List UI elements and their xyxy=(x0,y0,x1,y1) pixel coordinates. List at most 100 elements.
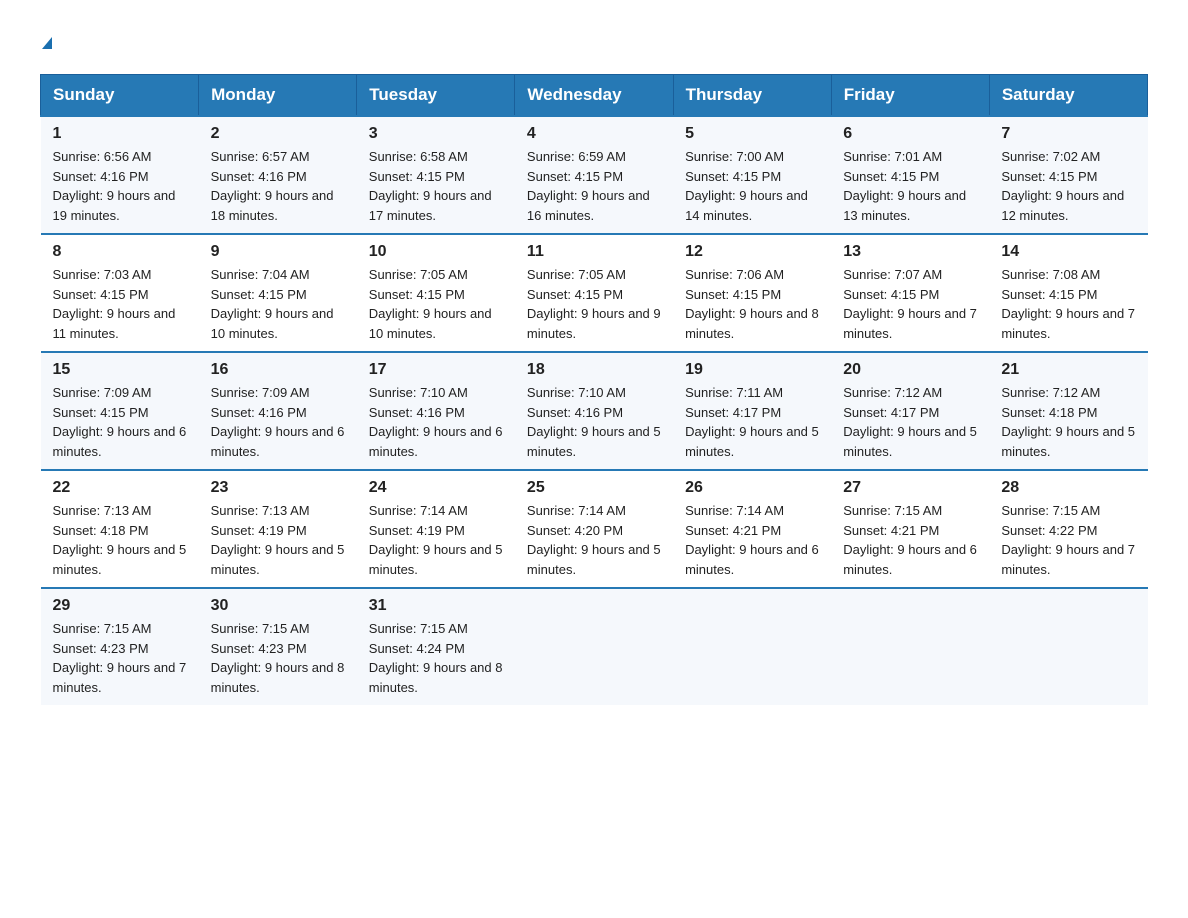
calendar-day-cell: 1 Sunrise: 6:56 AMSunset: 4:16 PMDaylight… xyxy=(41,116,199,234)
day-info: Sunrise: 7:08 AMSunset: 4:15 PMDaylight:… xyxy=(1001,265,1135,343)
calendar-day-cell: 9Sunrise: 7:04 AMSunset: 4:15 PMDaylight… xyxy=(199,234,357,352)
day-number: 27 xyxy=(843,479,977,497)
day-info: Sunrise: 7:10 AMSunset: 4:16 PMDaylight:… xyxy=(369,383,503,461)
calendar-day-header: Tuesday xyxy=(357,75,515,117)
calendar-day-cell: 24Sunrise: 7:14 AMSunset: 4:19 PMDayligh… xyxy=(357,470,515,588)
day-info: Sunrise: 7:13 AMSunset: 4:18 PMDaylight:… xyxy=(53,501,187,579)
day-number: 12 xyxy=(685,243,819,261)
day-info: Sunrise: 7:14 AMSunset: 4:21 PMDaylight:… xyxy=(685,501,819,579)
calendar-day-header: Friday xyxy=(831,75,989,117)
day-number: 5 xyxy=(685,125,819,143)
calendar-day-cell xyxy=(989,588,1147,705)
calendar-day-cell: 29 Sunrise: 7:15 AMSunset: 4:23 PMDayligh… xyxy=(41,588,199,705)
calendar-day-cell: 2 Sunrise: 6:57 AMSunset: 4:16 PMDaylight… xyxy=(199,116,357,234)
day-info: Sunrise: 7:09 AMSunset: 4:15 PMDaylight:… xyxy=(53,383,187,461)
calendar-week-row: 15 Sunrise: 7:09 AMSunset: 4:15 PMDayligh… xyxy=(41,352,1148,470)
day-number: 6 xyxy=(843,125,977,143)
calendar-day-cell: 14 Sunrise: 7:08 AMSunset: 4:15 PMDayligh… xyxy=(989,234,1147,352)
day-info: Sunrise: 6:57 AMSunset: 4:16 PMDaylight:… xyxy=(211,147,345,225)
day-number: 24 xyxy=(369,479,503,497)
day-info: Sunrise: 7:15 AMSunset: 4:22 PMDaylight:… xyxy=(1001,501,1135,579)
day-info: Sunrise: 7:04 AMSunset: 4:15 PMDaylight:… xyxy=(211,265,345,343)
day-number: 31 xyxy=(369,597,503,615)
calendar-day-cell: 15 Sunrise: 7:09 AMSunset: 4:15 PMDayligh… xyxy=(41,352,199,470)
calendar-day-header: Thursday xyxy=(673,75,831,117)
calendar-day-cell xyxy=(673,588,831,705)
day-number: 10 xyxy=(369,243,503,261)
day-info: Sunrise: 7:15 AMSunset: 4:23 PMDaylight:… xyxy=(53,619,187,697)
calendar-day-cell: 6 Sunrise: 7:01 AMSunset: 4:15 PMDaylight… xyxy=(831,116,989,234)
calendar-day-header: Wednesday xyxy=(515,75,673,117)
calendar-week-row: 8 Sunrise: 7:03 AMSunset: 4:15 PMDaylight… xyxy=(41,234,1148,352)
calendar-day-cell: 28 Sunrise: 7:15 AMSunset: 4:22 PMDayligh… xyxy=(989,470,1147,588)
calendar-day-cell: 7Sunrise: 7:02 AMSunset: 4:15 PMDaylight… xyxy=(989,116,1147,234)
calendar-day-cell: 12 Sunrise: 7:06 AMSunset: 4:15 PMDayligh… xyxy=(673,234,831,352)
day-info: Sunrise: 7:02 AMSunset: 4:15 PMDaylight:… xyxy=(1001,147,1135,225)
calendar-day-cell: 10 Sunrise: 7:05 AMSunset: 4:15 PMDayligh… xyxy=(357,234,515,352)
day-info: Sunrise: 7:07 AMSunset: 4:15 PMDaylight:… xyxy=(843,265,977,343)
day-number: 19 xyxy=(685,361,819,379)
calendar-day-cell: 4 Sunrise: 6:59 AMSunset: 4:15 PMDaylight… xyxy=(515,116,673,234)
calendar-day-cell: 16 Sunrise: 7:09 AMSunset: 4:16 PMDayligh… xyxy=(199,352,357,470)
calendar-day-cell: 30 Sunrise: 7:15 AMSunset: 4:23 PMDayligh… xyxy=(199,588,357,705)
calendar-week-row: 22Sunrise: 7:13 AMSunset: 4:18 PMDayligh… xyxy=(41,470,1148,588)
calendar-day-cell: 11Sunrise: 7:05 AMSunset: 4:15 PMDayligh… xyxy=(515,234,673,352)
calendar-week-row: 1 Sunrise: 6:56 AMSunset: 4:16 PMDaylight… xyxy=(41,116,1148,234)
day-number: 28 xyxy=(1001,479,1135,497)
day-number: 18 xyxy=(527,361,661,379)
calendar-day-cell: 20 Sunrise: 7:12 AMSunset: 4:17 PMDayligh… xyxy=(831,352,989,470)
calendar-day-cell: 8 Sunrise: 7:03 AMSunset: 4:15 PMDaylight… xyxy=(41,234,199,352)
day-info: Sunrise: 7:03 AMSunset: 4:15 PMDaylight:… xyxy=(53,265,187,343)
day-number: 17 xyxy=(369,361,503,379)
day-number: 21 xyxy=(1001,361,1135,379)
day-number: 16 xyxy=(211,361,345,379)
page-header xyxy=(40,30,1148,54)
day-number: 15 xyxy=(53,361,187,379)
calendar-day-header: Saturday xyxy=(989,75,1147,117)
calendar-day-cell: 31 Sunrise: 7:15 AMSunset: 4:24 PMDayligh… xyxy=(357,588,515,705)
day-number: 20 xyxy=(843,361,977,379)
day-info: Sunrise: 7:05 AMSunset: 4:15 PMDaylight:… xyxy=(527,265,661,343)
day-number: 14 xyxy=(1001,243,1135,261)
day-info: Sunrise: 7:10 AMSunset: 4:16 PMDaylight:… xyxy=(527,383,661,461)
day-info: Sunrise: 7:01 AMSunset: 4:15 PMDaylight:… xyxy=(843,147,977,225)
day-number: 4 xyxy=(527,125,661,143)
day-number: 1 xyxy=(53,125,187,143)
day-number: 2 xyxy=(211,125,345,143)
day-number: 30 xyxy=(211,597,345,615)
calendar-day-cell: 26 Sunrise: 7:14 AMSunset: 4:21 PMDayligh… xyxy=(673,470,831,588)
day-info: Sunrise: 7:09 AMSunset: 4:16 PMDaylight:… xyxy=(211,383,345,461)
calendar-day-header: Monday xyxy=(199,75,357,117)
day-info: Sunrise: 7:14 AMSunset: 4:20 PMDaylight:… xyxy=(527,501,661,579)
day-info: Sunrise: 7:06 AMSunset: 4:15 PMDaylight:… xyxy=(685,265,819,343)
day-info: Sunrise: 7:05 AMSunset: 4:15 PMDaylight:… xyxy=(369,265,503,343)
logo xyxy=(40,30,52,54)
day-info: Sunrise: 7:15 AMSunset: 4:24 PMDaylight:… xyxy=(369,619,503,697)
day-number: 13 xyxy=(843,243,977,261)
day-number: 26 xyxy=(685,479,819,497)
calendar-week-row: 29 Sunrise: 7:15 AMSunset: 4:23 PMDayligh… xyxy=(41,588,1148,705)
calendar-day-cell: 5Sunrise: 7:00 AMSunset: 4:15 PMDaylight… xyxy=(673,116,831,234)
calendar-day-cell: 21 Sunrise: 7:12 AMSunset: 4:18 PMDayligh… xyxy=(989,352,1147,470)
day-info: Sunrise: 7:11 AMSunset: 4:17 PMDaylight:… xyxy=(685,383,819,461)
calendar-day-cell: 18 Sunrise: 7:10 AMSunset: 4:16 PMDayligh… xyxy=(515,352,673,470)
calendar-day-cell: 19 Sunrise: 7:11 AMSunset: 4:17 PMDayligh… xyxy=(673,352,831,470)
calendar-day-cell: 17 Sunrise: 7:10 AMSunset: 4:16 PMDayligh… xyxy=(357,352,515,470)
calendar-day-cell: 25Sunrise: 7:14 AMSunset: 4:20 PMDayligh… xyxy=(515,470,673,588)
day-number: 23 xyxy=(211,479,345,497)
day-info: Sunrise: 6:59 AMSunset: 4:15 PMDaylight:… xyxy=(527,147,661,225)
calendar-day-cell xyxy=(831,588,989,705)
calendar-header-row: SundayMondayTuesdayWednesdayThursdayFrid… xyxy=(41,75,1148,117)
day-number: 29 xyxy=(53,597,187,615)
logo-triangle-icon xyxy=(42,37,52,49)
day-info: Sunrise: 6:58 AMSunset: 4:15 PMDaylight:… xyxy=(369,147,503,225)
day-info: Sunrise: 7:12 AMSunset: 4:18 PMDaylight:… xyxy=(1001,383,1135,461)
calendar-day-header: Sunday xyxy=(41,75,199,117)
day-info: Sunrise: 7:12 AMSunset: 4:17 PMDaylight:… xyxy=(843,383,977,461)
calendar-day-cell: 3Sunrise: 6:58 AMSunset: 4:15 PMDaylight… xyxy=(357,116,515,234)
day-info: Sunrise: 7:15 AMSunset: 4:23 PMDaylight:… xyxy=(211,619,345,697)
day-info: Sunrise: 6:56 AMSunset: 4:16 PMDaylight:… xyxy=(53,147,187,225)
calendar-day-cell: 13 Sunrise: 7:07 AMSunset: 4:15 PMDayligh… xyxy=(831,234,989,352)
calendar-day-cell: 22Sunrise: 7:13 AMSunset: 4:18 PMDayligh… xyxy=(41,470,199,588)
day-number: 8 xyxy=(53,243,187,261)
